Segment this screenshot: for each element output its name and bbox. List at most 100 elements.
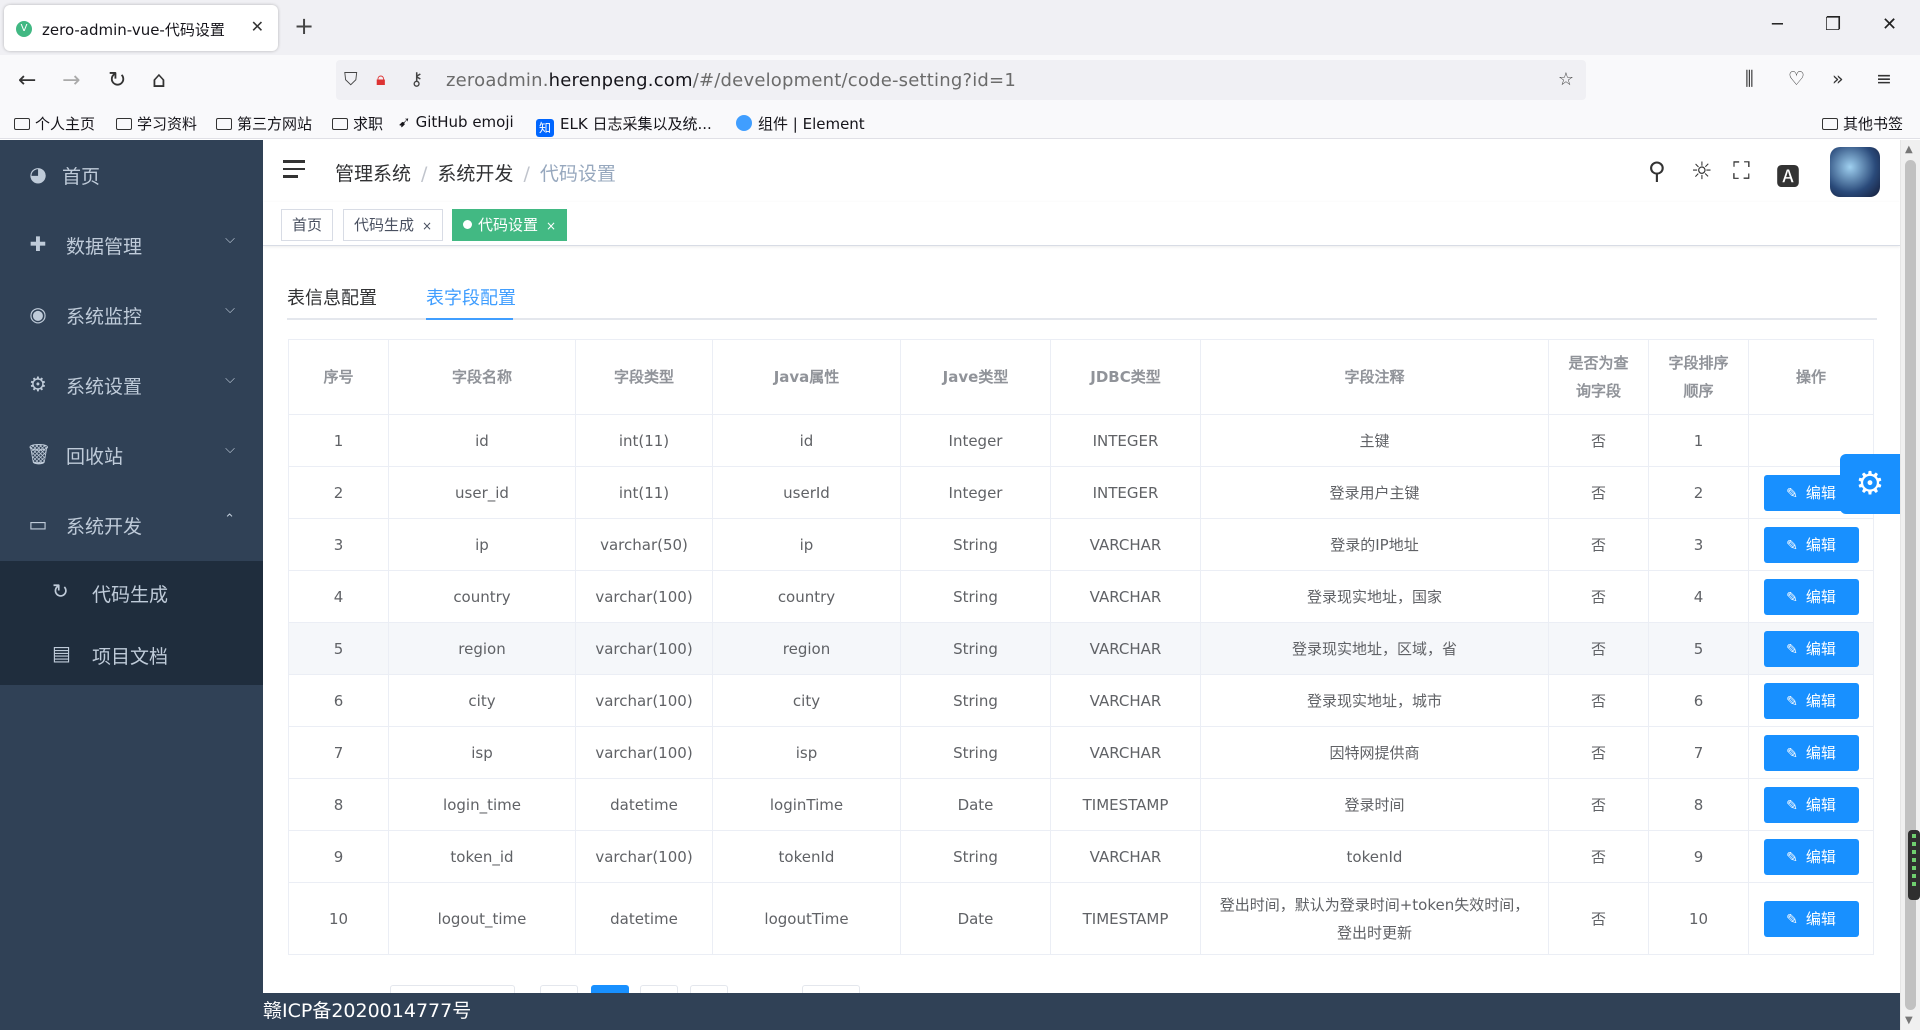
table-cell: varchar(100) — [575, 622, 713, 675]
sidebar-item-home[interactable]: ◕ 首页 — [0, 140, 263, 210]
table-cell: varchar(100) — [575, 726, 713, 779]
bookmark-item[interactable]: 其他书签 — [1822, 113, 1903, 134]
address-bar[interactable]: ⛉ 🔒︎ ⚷ zeroadmin.herenpeng.com/#/develop… — [336, 60, 1586, 100]
close-icon[interactable]: × — [546, 219, 556, 233]
table-cell-actions: ✎ 编辑 — [1748, 778, 1874, 831]
edit-icon: ✎ — [1786, 537, 1798, 554]
close-icon[interactable]: × — [422, 219, 432, 233]
bookmark-item[interactable]: ➹ GitHub emoji — [398, 113, 514, 131]
reload-icon[interactable]: ↻ — [108, 68, 126, 93]
table-cell: city — [388, 674, 576, 727]
menu-icon[interactable]: ≡ — [1876, 68, 1892, 90]
table-cell: region — [388, 622, 576, 675]
edit-button[interactable]: ✎ 编辑 — [1763, 786, 1859, 823]
scroll-down-icon[interactable]: ▼ — [1905, 1015, 1913, 1026]
bookmark-item[interactable]: 知 ELK 日志采集以及统... — [536, 113, 712, 137]
bookmark-star-icon[interactable]: ☆ — [1558, 69, 1574, 90]
table-cell-actions: ✎ 编辑 — [1748, 830, 1874, 883]
minimize-icon[interactable]: ─ — [1772, 14, 1783, 35]
edit-button[interactable]: ✎ 编辑 — [1763, 682, 1859, 719]
window-close-icon[interactable]: ✕ — [1882, 14, 1897, 35]
edit-button[interactable]: ✎ 编辑 — [1763, 526, 1859, 563]
edit-button[interactable]: ✎ 编辑 — [1763, 578, 1859, 615]
table-cell: 4 — [1648, 570, 1749, 623]
sidebar-item-settings[interactable]: ⚙ 系统设置 ⌵ — [0, 350, 263, 420]
overflow-chevron-icon[interactable]: » — [1832, 68, 1844, 90]
home-icon[interactable]: ⌂ — [152, 68, 166, 93]
sidebar-item-label: 回收站 — [66, 446, 124, 468]
bookmark-item[interactable]: 组件 | Element — [736, 113, 865, 134]
github-icon: ➹ — [398, 113, 411, 131]
key-icon[interactable]: ⚷ — [410, 69, 423, 90]
translate-icon[interactable]: 🅰︎ — [1776, 157, 1800, 192]
sidebar-item-development[interactable]: ▭ 系统开发 ⌃ — [0, 490, 263, 560]
breadcrumb-item[interactable]: 管理系统 — [335, 163, 411, 185]
tab-table-info[interactable]: 表信息配置 — [287, 284, 377, 310]
avatar[interactable] — [1830, 147, 1880, 197]
scroll-up-icon[interactable]: ▲ — [1905, 144, 1913, 155]
sidebar-item-monitor[interactable]: ◉ 系统监控 ⌵ — [0, 280, 263, 350]
edit-button[interactable]: ✎ 编辑 — [1763, 734, 1859, 771]
table-cell: VARCHAR — [1050, 674, 1201, 727]
sidebar-item-recycle[interactable]: 🗑︎ 回收站 ⌵ — [0, 420, 263, 490]
tag-home[interactable]: 首页 — [281, 209, 334, 241]
table-cell: VARCHAR — [1050, 726, 1201, 779]
chevron-up-icon: ⌃ — [224, 512, 235, 527]
fullscreen-icon[interactable]: ⛶ — [1733, 157, 1750, 185]
table-cell: userId — [712, 466, 901, 519]
edit-button[interactable]: ✎ 编辑 — [1763, 630, 1859, 667]
bookmark-item[interactable]: 学习资料 — [116, 113, 197, 134]
restore-icon[interactable]: ❐ — [1825, 14, 1841, 35]
table-cell: 否 — [1548, 882, 1649, 955]
bookmark-item[interactable]: 求职 — [332, 113, 383, 134]
edit-icon: ✎ — [1786, 849, 1798, 866]
table-cell: Date — [900, 882, 1051, 955]
edit-button[interactable]: ✎ 编辑 — [1763, 900, 1859, 937]
hamburger-icon[interactable] — [283, 160, 305, 178]
table-cell: 5 — [288, 622, 389, 675]
dashboard-icon: ◕ — [29, 162, 47, 186]
table-cell-actions: ✎ 编辑 — [1748, 518, 1874, 571]
settings-gear-button[interactable]: ⚙ — [1840, 454, 1900, 514]
insecure-lock-icon[interactable]: 🔒︎ — [376, 69, 386, 90]
column-header: 字段排序 顺序 — [1648, 339, 1749, 415]
table-row: 7 isp varchar(100) isp String VARCHAR 因特网提供商否 7… — [288, 726, 1874, 779]
column-header: JDBC类型 — [1050, 339, 1201, 415]
sidebar-item-label: 系统开发 — [66, 516, 143, 538]
breadcrumb-item[interactable]: 系统开发 — [437, 163, 513, 185]
browser-tab[interactable]: V zero-admin-vue-代码设置 ✕ — [4, 5, 278, 51]
active-tab-indicator — [426, 318, 513, 320]
table-cell: varchar(100) — [575, 830, 713, 883]
table-cell: tokenId — [712, 830, 901, 883]
new-tab-button[interactable]: + — [294, 12, 314, 40]
forward-icon[interactable]: → — [62, 68, 80, 93]
table-cell: loginTime — [712, 778, 901, 831]
tab-field-config[interactable]: 表字段配置 — [426, 284, 516, 310]
edit-button[interactable]: ✎ 编辑 — [1763, 838, 1859, 875]
table-cell: String — [900, 726, 1051, 779]
table-cell: 因特网提供商 — [1200, 726, 1549, 779]
library-icon[interactable]: ⫼ — [1745, 68, 1754, 90]
url-text[interactable]: zeroadmin.herenpeng.com/#/development/co… — [446, 70, 1016, 91]
table-cell: 登录现实地址，国家 — [1200, 570, 1549, 623]
table-cell: 登出时间，默认为登录时间+token失效时间，登出时更新 — [1200, 882, 1549, 955]
search-icon[interactable]: ⚲ — [1648, 157, 1666, 185]
sidebar-item-docs[interactable]: ▤ 项目文档 — [0, 623, 263, 685]
shield-icon[interactable]: ⛉ — [344, 69, 358, 90]
edit-icon: ✎ — [1786, 797, 1798, 814]
tag-code-setting[interactable]: 代码设置 × — [452, 209, 568, 241]
bookmark-item[interactable]: 第三方网站 — [216, 113, 312, 134]
close-tab-icon[interactable]: ✕ — [251, 17, 264, 36]
table-cell: id — [388, 414, 576, 467]
bookmark-item[interactable]: 个人主页 — [14, 113, 95, 134]
edit-button-label: 编辑 — [1805, 743, 1836, 762]
document-icon: ▤ — [52, 641, 71, 665]
theme-sun-icon[interactable]: ☼ — [1691, 157, 1713, 185]
tag-codegen[interactable]: 代码生成 × — [343, 209, 444, 241]
sidebar-item-data[interactable]: ✚ 数据管理 ⌵ — [0, 210, 263, 280]
back-icon[interactable]: ← — [18, 68, 36, 93]
column-header: Jave类型 — [900, 339, 1051, 415]
table-cell: 登录的IP地址 — [1200, 518, 1549, 571]
sidebar-item-codegen[interactable]: ↻ 代码生成 — [0, 561, 263, 623]
pocket-icon[interactable]: ♡ — [1788, 68, 1805, 90]
